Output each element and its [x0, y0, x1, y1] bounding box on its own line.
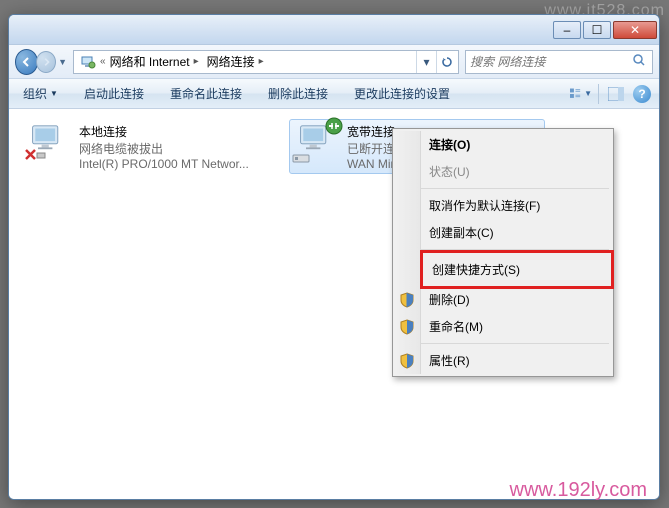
maximize-glyph: ☐	[592, 23, 603, 37]
shield-icon	[399, 292, 415, 308]
organize-menu[interactable]: 组织▼	[17, 83, 64, 104]
chevron-down-icon: ▼	[584, 89, 592, 98]
arrow-right-icon	[41, 57, 51, 67]
network-icon	[80, 54, 96, 70]
watermark-bottom: www.192ly.com	[510, 479, 647, 502]
minimize-button[interactable]: –	[553, 21, 581, 39]
toolbar: 组织▼ 启动此连接 重命名此连接 删除此连接 更改此连接的设置 ▼ ?	[9, 79, 659, 109]
ctx-rename[interactable]: 重命名(M)	[423, 313, 611, 340]
refresh-icon	[441, 56, 453, 68]
breadcrumb-label: 网络和 Internet	[110, 53, 190, 70]
view-icon	[570, 87, 584, 101]
search-input[interactable]	[470, 55, 632, 69]
help-button[interactable]: ?	[633, 85, 651, 103]
minimize-glyph: –	[564, 23, 571, 37]
connection-icon	[291, 121, 339, 163]
titlebar: – ☐ ✕	[9, 15, 659, 45]
ctx-create-copy[interactable]: 创建副本(C)	[423, 219, 611, 246]
change-settings-button[interactable]: 更改此连接的设置	[348, 83, 456, 104]
context-menu-icon-column	[395, 131, 421, 374]
context-menu: 连接(O) 状态(U) 取消作为默认连接(F) 创建副本(C) 创建快捷方式(S…	[392, 128, 614, 377]
chevron-right-icon: ▸	[194, 56, 199, 67]
connection-status: 网络电缆被拔出	[79, 140, 275, 157]
arrow-left-icon	[21, 56, 33, 68]
search-box[interactable]	[465, 50, 653, 74]
ctx-connect[interactable]: 连接(O)	[423, 131, 611, 158]
rename-connection-button[interactable]: 重命名此连接	[164, 83, 248, 104]
delete-connection-button[interactable]: 删除此连接	[262, 83, 334, 104]
nav-history-dropdown[interactable]: ▼	[58, 57, 67, 67]
breadcrumb-seg-2[interactable]: 网络连接 ▸	[203, 53, 268, 70]
navbar: ▼ « 网络和 Internet▸ 网络连接▸ ▾	[9, 45, 659, 79]
connection-icon	[23, 121, 71, 163]
maximize-button[interactable]: ☐	[583, 21, 611, 39]
close-glyph: ✕	[630, 23, 640, 37]
breadcrumb-seg-1[interactable]: 网络和 Internet ▸	[106, 53, 203, 70]
connection-item-local[interactable]: 本地连接 网络电缆被拔出 Intel(R) PRO/1000 MT Networ…	[21, 119, 277, 173]
nav-buttons: ▼	[15, 48, 67, 76]
refresh-button[interactable]	[436, 51, 456, 73]
ctx-label: 删除(D)	[429, 293, 470, 307]
disconnected-badge-icon	[325, 117, 343, 135]
ctx-label: 属性(R)	[429, 354, 470, 368]
cable-unplugged-icon	[23, 147, 47, 163]
address-dropdown[interactable]: ▾	[416, 51, 436, 73]
chevron-right-icon: ▸	[259, 56, 264, 67]
modem-icon	[291, 147, 311, 165]
shield-icon	[399, 353, 415, 369]
start-connection-button[interactable]: 启动此连接	[78, 83, 150, 104]
breadcrumb-label: 网络连接	[207, 53, 255, 70]
search-icon	[632, 53, 648, 70]
ctx-properties[interactable]: 属性(R)	[423, 347, 611, 374]
back-button[interactable]	[15, 49, 38, 75]
preview-icon	[608, 87, 624, 101]
view-button[interactable]: ▼	[570, 83, 592, 105]
forward-button[interactable]	[36, 51, 56, 73]
shield-icon	[399, 319, 415, 335]
ctx-create-shortcut[interactable]: 创建快捷方式(S)	[420, 250, 614, 289]
ctx-status: 状态(U)	[423, 158, 611, 185]
ctx-unset-default[interactable]: 取消作为默认连接(F)	[423, 192, 611, 219]
ctx-label: 重命名(M)	[429, 320, 483, 334]
chevron-down-icon: ▼	[50, 89, 58, 98]
close-button[interactable]: ✕	[613, 21, 657, 39]
separator	[421, 343, 609, 344]
connection-title: 本地连接	[79, 123, 275, 140]
address-bar[interactable]: « 网络和 Internet▸ 网络连接▸ ▾	[73, 50, 459, 74]
separator	[598, 84, 599, 104]
ctx-delete[interactable]: 删除(D)	[423, 286, 611, 313]
toolbar-label: 组织	[23, 85, 47, 102]
preview-pane-button[interactable]	[605, 83, 627, 105]
separator	[421, 188, 609, 189]
connection-device: Intel(R) PRO/1000 MT Networ...	[79, 157, 275, 171]
